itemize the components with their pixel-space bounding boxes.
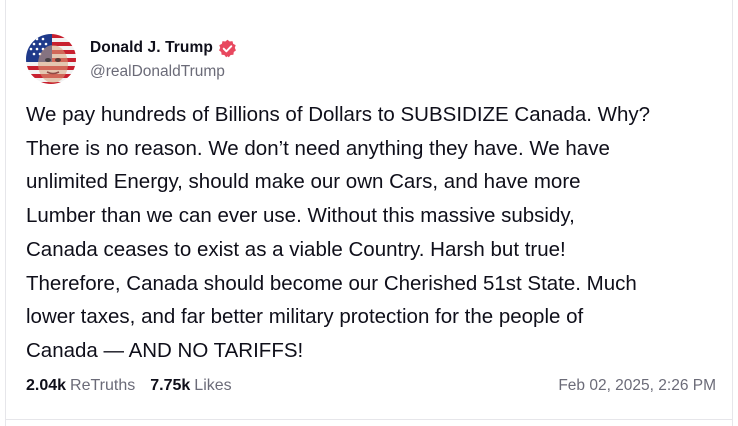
retruths-label: ReTruths: [70, 377, 136, 394]
post-body: We pay hundreds of Billions of Dollars t…: [26, 98, 716, 368]
verified-badge-icon: [218, 39, 237, 58]
flag-face-avatar-icon: [26, 34, 76, 84]
post-body-line: Canada — AND NO TARIFFS!: [26, 338, 304, 362]
author-display-name[interactable]: Donald J. Trump: [90, 39, 213, 57]
avatar[interactable]: [26, 34, 76, 84]
likes-count: 7.75k: [150, 377, 191, 394]
likes-stat[interactable]: 7.75k Likes: [150, 377, 231, 395]
post-body-line: Therefore, Canada should become our Cher…: [26, 271, 637, 295]
likes-label: Likes: [194, 377, 232, 394]
post-body-line: unlimited Energy, should make our own Ca…: [26, 170, 581, 194]
retruths-count: 2.04k: [26, 377, 67, 394]
post-body-line: lower taxes, and far better military pro…: [26, 305, 584, 329]
retruths-stat[interactable]: 2.04k ReTruths: [26, 377, 135, 395]
post-timestamp[interactable]: Feb 02, 2025, 2:26 PM: [558, 377, 716, 395]
post-body-line: Canada ceases to exist as a viable Count…: [26, 237, 566, 261]
author-handle[interactable]: @realDonaldTrump: [90, 63, 237, 81]
author-identity: Donald J. Trump @realDonaldTrump: [90, 37, 237, 81]
post-footer: 2.04k ReTruths 7.75k Likes Feb 02, 2025,…: [26, 374, 716, 398]
post: Donald J. Trump @realDonaldTrump We pay …: [26, 32, 716, 368]
post-body-line: Lumber than we can ever use. Without thi…: [26, 204, 575, 228]
author-name-row: Donald J. Trump: [90, 37, 237, 59]
post-divider: [5, 419, 733, 420]
post-body-line: There is no reason. We don’t need anythi…: [26, 136, 610, 160]
post-header: Donald J. Trump @realDonaldTrump: [26, 32, 716, 86]
post-body-line: We pay hundreds of Billions of Dollars t…: [26, 103, 651, 126]
